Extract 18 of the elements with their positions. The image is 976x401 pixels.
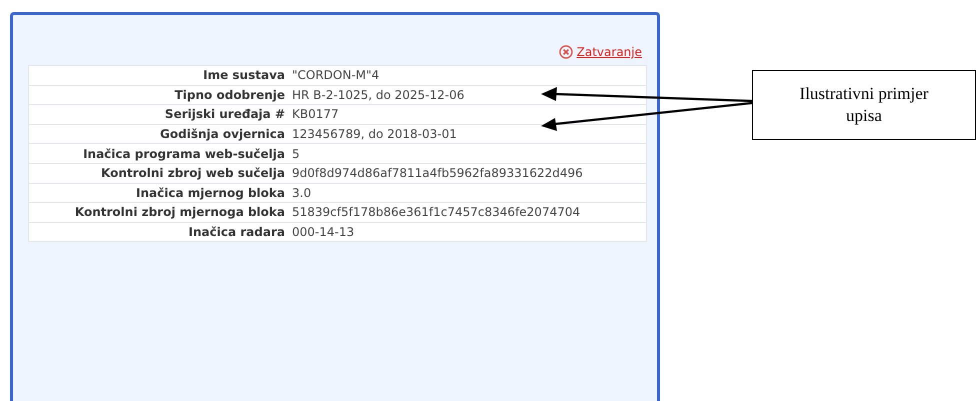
field-value: 9d0f8d974d86af7811a4fb5962fa89331622d496 (289, 163, 646, 184)
field-label: Godišnja ovjernica (28, 124, 289, 144)
field-value: 000-14-13 (289, 222, 646, 242)
field-value: 5 (289, 144, 646, 164)
field-label: Inačica radara (28, 222, 289, 242)
field-label: Inačica mjernog bloka (28, 183, 289, 203)
field-value: 51839cf5f178b86e361f1c7457c8346fe2074704 (289, 202, 646, 222)
close-icon (558, 45, 573, 59)
field-value: 3.0 (289, 183, 646, 203)
field-label: Kontrolni zbroj mjernoga bloka (28, 202, 289, 222)
field-label: Kontrolni zbroj web sučelja (28, 163, 289, 184)
field-label: Ime sustava (28, 66, 289, 86)
field-label: Tipno odobrenje (28, 85, 289, 105)
field-value: "CORDON-M"4 (289, 66, 646, 86)
field-label: Serijski uređaja # (28, 104, 289, 124)
callout-text: Ilustrativni primjer upisa (798, 83, 930, 127)
field-label: Inačica programa web-sučelja (28, 144, 289, 164)
close-link[interactable]: Zatvaranje (558, 45, 642, 59)
